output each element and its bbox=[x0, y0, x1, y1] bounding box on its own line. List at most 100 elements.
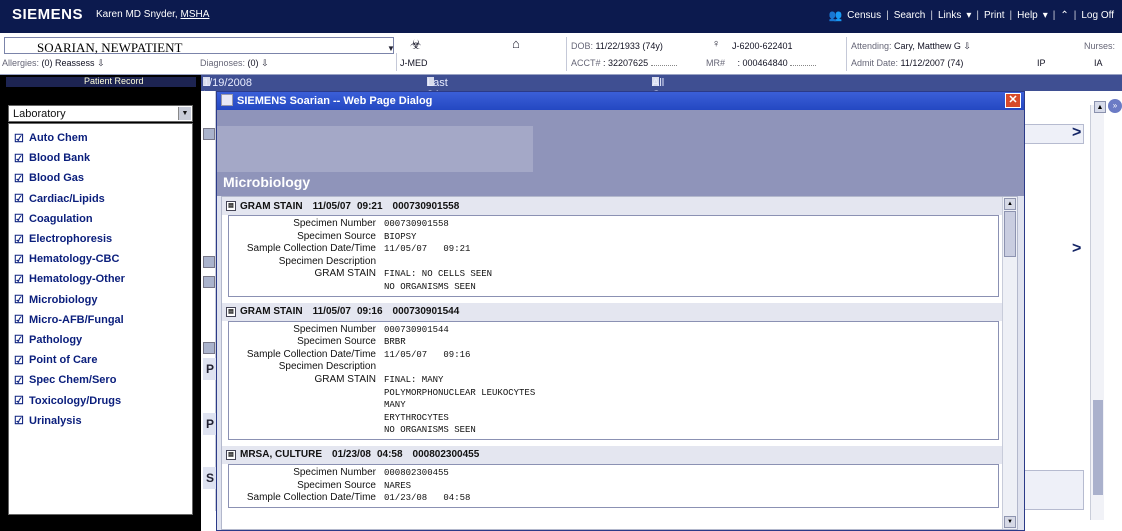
search-link[interactable]: Search bbox=[894, 10, 926, 21]
link-separator: | bbox=[886, 10, 889, 21]
chevron-down-icon[interactable]: ▼ bbox=[178, 107, 191, 120]
category-item[interactable]: ☑ Blood Gas bbox=[9, 168, 192, 188]
diagnoses[interactable]: Diagnoses: (0) ⇩ bbox=[200, 58, 269, 69]
chevron-down-icon[interactable]: ▼ bbox=[387, 44, 395, 53]
arrow-down-icon: ⇩ bbox=[963, 41, 971, 51]
category-item[interactable]: ☑ Micro-AFB/Fungal bbox=[9, 310, 192, 330]
collapse-circle-icon[interactable]: » bbox=[1108, 99, 1122, 113]
category-label: Hematology-Other bbox=[29, 273, 125, 286]
dialog-header: Microbiology bbox=[217, 110, 1024, 196]
category-item[interactable]: ☑ Blood Bank bbox=[9, 148, 192, 168]
chevron-right-icon[interactable]: > bbox=[1072, 240, 1081, 258]
field-value: FINAL: NO CELLS SEEN NO ORGANISMS SEEN bbox=[384, 269, 493, 292]
scroll-thumb[interactable] bbox=[1093, 400, 1103, 495]
result-name: MRSA, CULTURE bbox=[240, 449, 323, 461]
print-link[interactable]: Print bbox=[984, 10, 1005, 21]
checkbox-checked-icon[interactable]: ☑ bbox=[14, 394, 26, 407]
panel-icon[interactable] bbox=[203, 128, 215, 140]
top-bar: SIEMENS Karen MD Snyder, MSHA 👥 Census |… bbox=[0, 0, 1122, 33]
category-item[interactable]: ☑ Electrophoresis bbox=[9, 229, 192, 249]
checkbox-checked-icon[interactable]: ☑ bbox=[14, 313, 26, 326]
category-item[interactable]: ☑ Auto Chem bbox=[9, 128, 192, 148]
home-icon[interactable]: ⌂ bbox=[512, 36, 520, 51]
allergies[interactable]: Allergies: (0) Reassess ⇩ bbox=[2, 58, 105, 69]
dialog-titlebar[interactable]: SIEMENS Soarian -- Web Page Dialog ✕ bbox=[217, 92, 1024, 110]
help-menu[interactable]: Help bbox=[1017, 10, 1038, 21]
checkbox-checked-icon[interactable]: ☑ bbox=[14, 212, 26, 225]
category-item[interactable]: ☑ Spec Chem/Sero bbox=[9, 370, 192, 390]
result-field: Specimen Number 000730901544 bbox=[229, 324, 998, 337]
acct-label: ACCT# bbox=[571, 58, 601, 68]
patient-record-tab[interactable]: Patient Record bbox=[84, 76, 144, 86]
field-value: BRBR bbox=[384, 337, 406, 348]
chevron-right-icon[interactable]: > bbox=[1072, 124, 1081, 142]
checkbox-checked-icon[interactable]: ☑ bbox=[14, 374, 26, 387]
field-label: Specimen Description bbox=[278, 255, 376, 267]
field-label: GRAM STAIN bbox=[314, 268, 376, 280]
category-item[interactable]: ☑ Microbiology bbox=[9, 290, 192, 310]
checkbox-checked-icon[interactable]: ☑ bbox=[14, 192, 26, 205]
close-button[interactable]: ✕ bbox=[1005, 93, 1021, 108]
filter-bar: 1/19/2008 to 1/25/2008 Last 24 Hours All… bbox=[201, 75, 1122, 113]
checkbox-checked-icon[interactable]: ☑ bbox=[14, 253, 26, 266]
section-tab[interactable]: S bbox=[203, 467, 217, 489]
census-link[interactable]: Census bbox=[847, 10, 881, 21]
category-item[interactable]: ☑ Coagulation bbox=[9, 209, 192, 229]
field-label: Specimen Source bbox=[297, 230, 376, 242]
scroll-up-button[interactable]: ▲ bbox=[1004, 198, 1016, 210]
collapse-icon[interactable]: ⌃ bbox=[1060, 10, 1068, 21]
category-item[interactable]: ☑ Toxicology/Drugs bbox=[9, 390, 192, 410]
checkbox-checked-icon[interactable]: ☑ bbox=[14, 293, 26, 306]
result-header[interactable]: ▤ MRSA, CULTURE 01/23/08 04:58 000802300455 bbox=[222, 445, 1003, 464]
field-label: Specimen Source bbox=[297, 336, 376, 348]
attending-value: Cary, Matthew G bbox=[894, 41, 961, 51]
field-value: 11/05/07 09:16 bbox=[384, 349, 471, 360]
scroll-thumb[interactable] bbox=[1004, 211, 1016, 257]
category-item[interactable]: ☑ Hematology-Other bbox=[9, 269, 192, 289]
scroll-up-button[interactable]: ▲ bbox=[1094, 101, 1106, 113]
admit-label: Admit Date: bbox=[851, 58, 899, 68]
category-item[interactable]: ☑ Urinalysis bbox=[9, 411, 192, 431]
checkbox-checked-icon[interactable]: ☑ bbox=[14, 273, 26, 286]
category-select[interactable]: Laboratory ▼ bbox=[8, 105, 193, 122]
result-time: 09:16 bbox=[356, 306, 383, 318]
checkbox-checked-icon[interactable]: ☑ bbox=[14, 354, 26, 367]
patient-select[interactable]: SOARIAN, NEWPATIENT ▼ bbox=[4, 37, 395, 55]
panel-icon[interactable] bbox=[203, 256, 215, 268]
page-scrollbar[interactable] bbox=[1090, 105, 1104, 520]
mr-number: MR# : 000464840 bbox=[706, 58, 817, 68]
attending[interactable]: Attending: Cary, Matthew G ⇩ bbox=[851, 41, 971, 52]
census-icon[interactable]: 👥 bbox=[828, 9, 842, 22]
section-tab[interactable]: P bbox=[203, 413, 217, 435]
checkbox-checked-icon[interactable]: ☑ bbox=[14, 414, 26, 427]
panel-icon[interactable] bbox=[203, 342, 215, 354]
field-value: 000802300455 bbox=[384, 467, 449, 478]
scroll-down-button[interactable]: ▼ bbox=[1004, 516, 1016, 528]
log-off-link[interactable]: Log Off bbox=[1081, 10, 1114, 21]
user-site-link[interactable]: MSHA bbox=[181, 9, 210, 20]
result-accession: 000730901558 bbox=[392, 200, 460, 212]
category-label: Microbiology bbox=[29, 293, 98, 306]
web-page-dialog: SIEMENS Soarian -- Web Page Dialog ✕ Mic… bbox=[216, 91, 1025, 531]
arrow-down-icon: ⇩ bbox=[261, 58, 269, 68]
checkbox-checked-icon[interactable]: ☑ bbox=[14, 132, 26, 145]
category-item[interactable]: ☑ Point of Care bbox=[9, 350, 192, 370]
panel-icon[interactable] bbox=[203, 276, 215, 288]
dotted-line bbox=[650, 65, 677, 66]
checkbox-checked-icon[interactable]: ☑ bbox=[14, 152, 26, 165]
checkbox-checked-icon[interactable]: ☑ bbox=[14, 172, 26, 185]
category-item[interactable]: ☑ Hematology-CBC bbox=[9, 249, 192, 269]
links-menu[interactable]: Links bbox=[938, 10, 961, 21]
checkbox-checked-icon[interactable]: ☑ bbox=[14, 333, 26, 346]
checkbox-checked-icon[interactable]: ☑ bbox=[14, 233, 26, 246]
section-tab[interactable]: P bbox=[203, 358, 217, 380]
dob: DOB: 11/22/1933 (74y) bbox=[571, 41, 663, 51]
category-item[interactable]: ☑ Pathology bbox=[9, 330, 192, 350]
nurses[interactable]: Nurses: bbox=[1084, 41, 1115, 51]
result-header[interactable]: ▤ GRAM STAIN 11/05/07 09:16 000730901544 bbox=[222, 302, 1003, 321]
result-field: Specimen Number 000730901558 bbox=[229, 218, 998, 231]
category-item[interactable]: ☑ Cardiac/Lipids bbox=[9, 189, 192, 209]
result-header[interactable]: ▤ GRAM STAIN 11/05/07 09:21 000730901558 bbox=[222, 197, 1003, 215]
result-field: Sample Collection Date/Time 11/05/07 09:1… bbox=[229, 349, 998, 362]
results-scrollbar[interactable]: ▲ ▼ bbox=[1002, 197, 1017, 529]
